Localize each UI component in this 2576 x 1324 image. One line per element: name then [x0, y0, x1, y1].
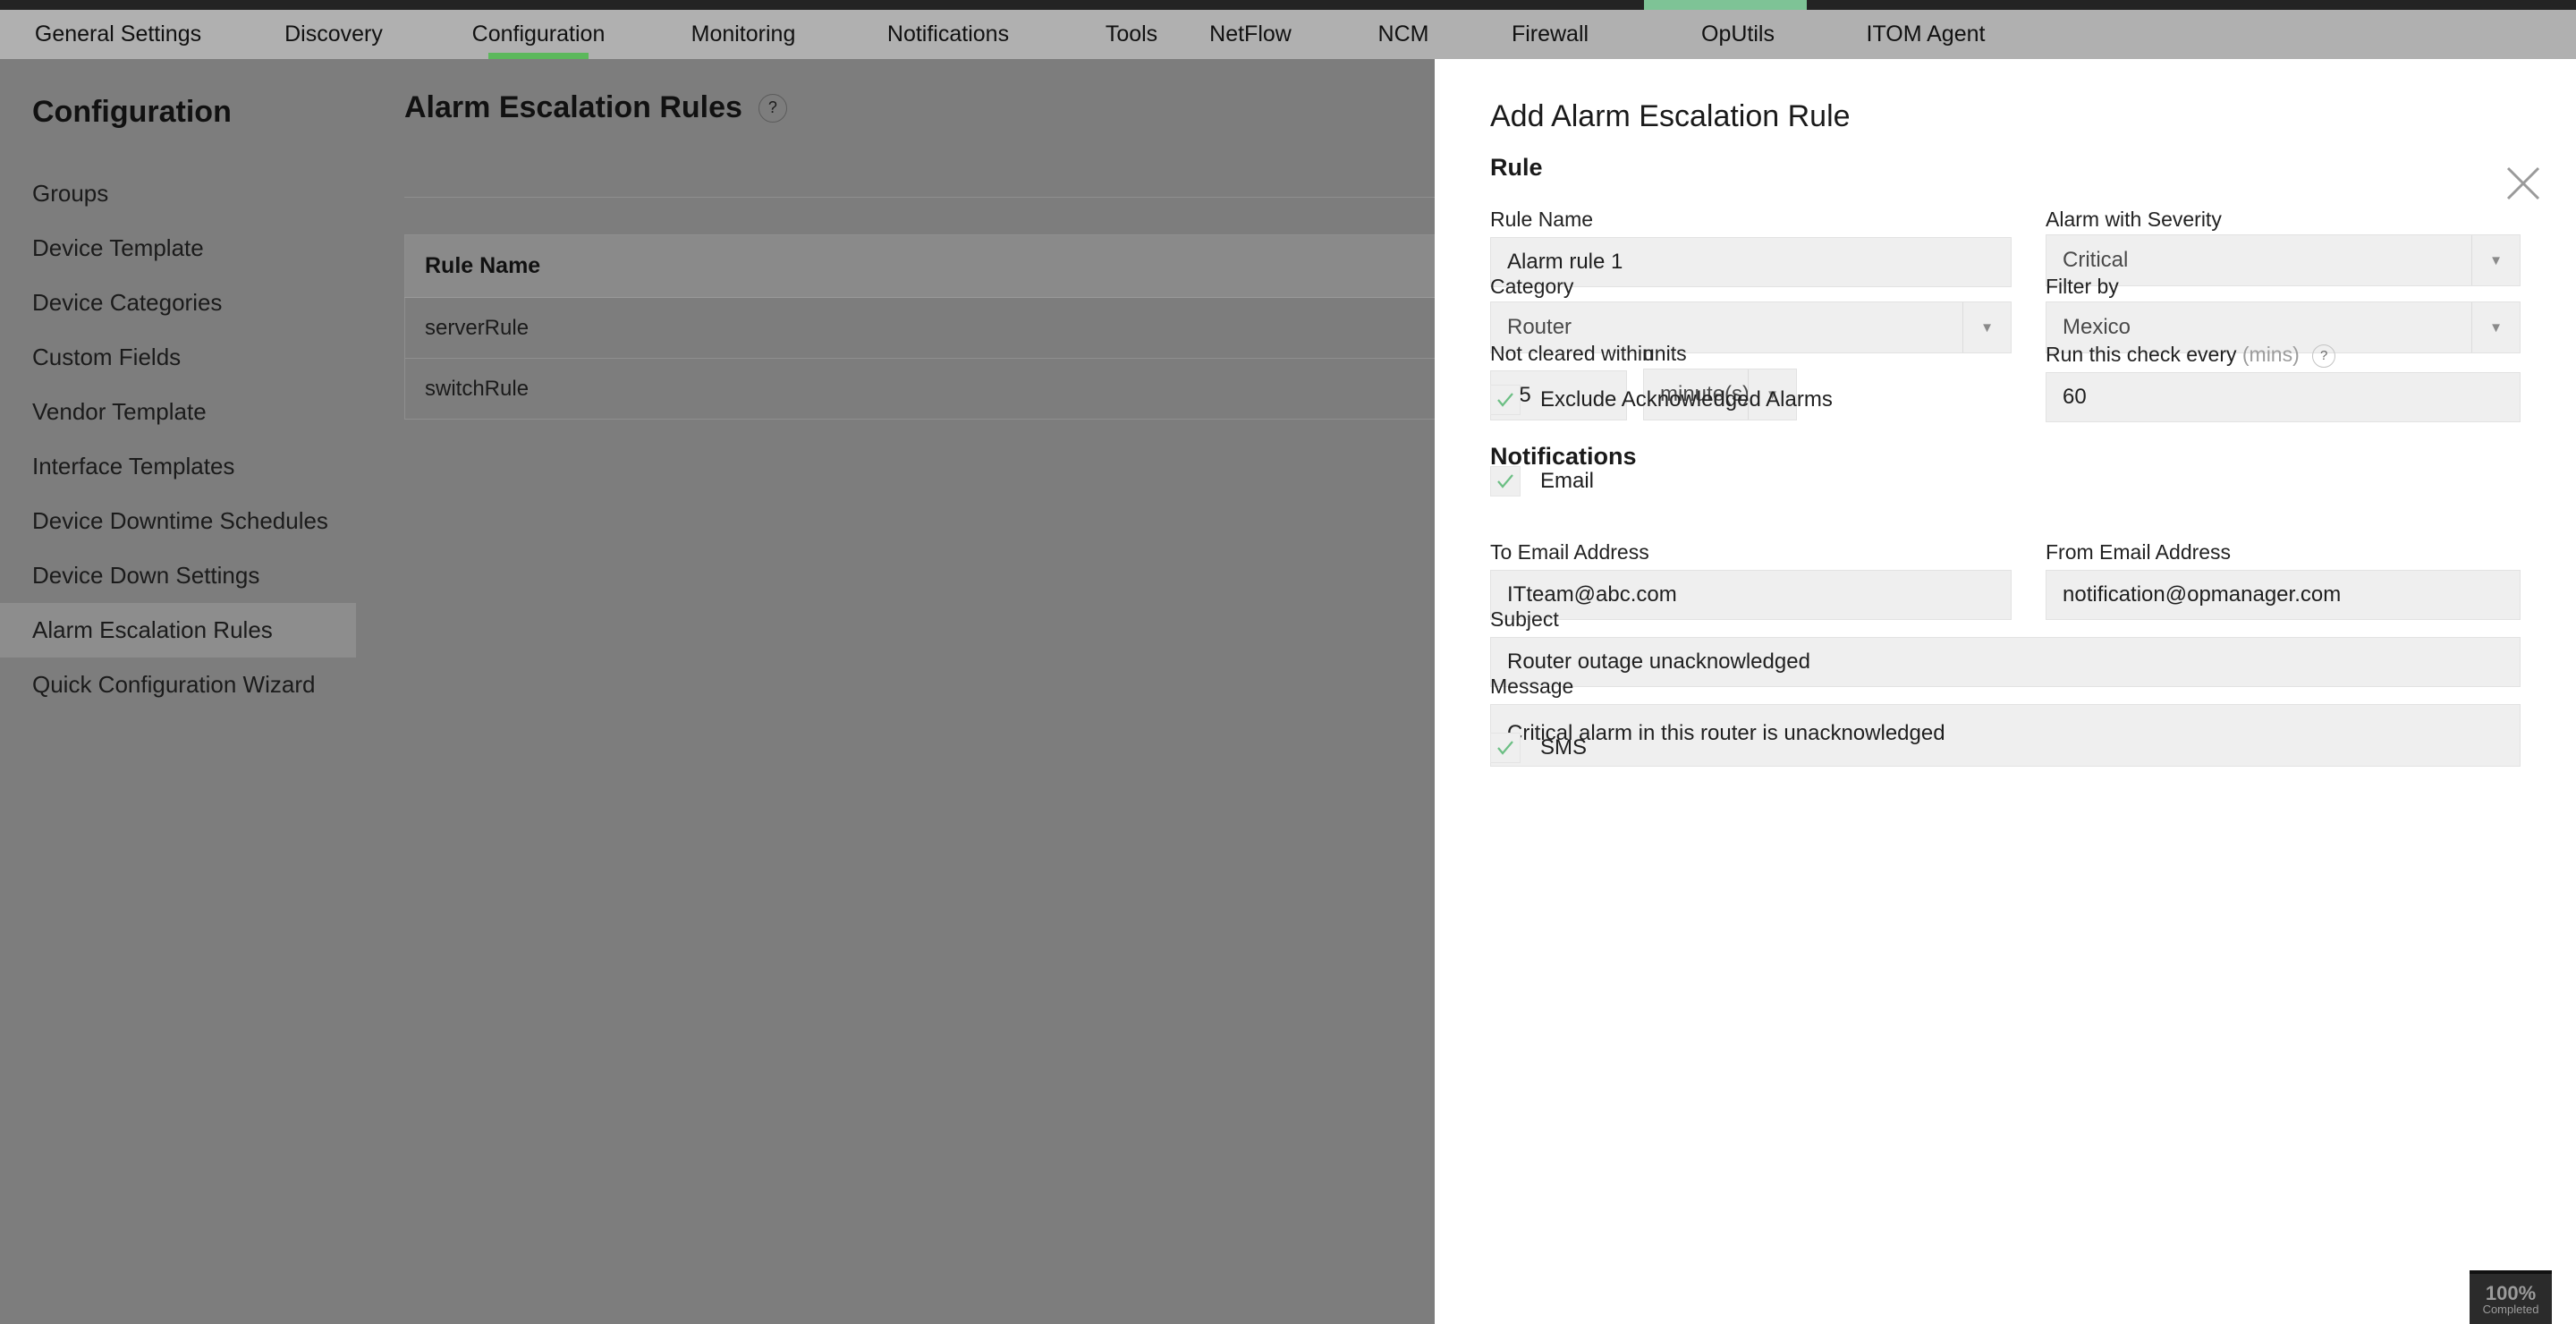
nav-tab-monitoring[interactable]: Monitoring	[646, 10, 841, 59]
sidebar-item-label: Interface Templates	[32, 453, 235, 480]
label-not-cleared-within: Not cleared within	[1490, 342, 1654, 365]
email-checkbox-row[interactable]: Email	[1490, 466, 1594, 496]
configuration-sidebar: Configuration Groups Device Template Devic…	[0, 59, 356, 1324]
chevron-down-icon[interactable]: ▼	[2471, 235, 2520, 285]
email-checkbox[interactable]	[1490, 466, 1521, 496]
run-check-hint: (mins)	[2241, 343, 2300, 366]
message-textarea[interactable]: Critical alarm in this router is unackno…	[1490, 704, 2521, 767]
sms-checkbox[interactable]	[1490, 733, 1521, 763]
email-label: Email	[1540, 469, 1595, 493]
check-icon	[1497, 393, 1513, 407]
label-category: Category	[1490, 275, 1574, 298]
dialog-header: Add Alarm Escalation Rule	[1435, 59, 2576, 156]
nav-tab-notifications[interactable]: Notifications	[841, 10, 1055, 59]
nav-tab-configuration[interactable]: Configuration	[431, 10, 646, 59]
sidebar-item-vendor-template[interactable]: Vendor Template	[0, 385, 356, 439]
sidebar-item-label: Device Downtime Schedules	[32, 507, 328, 534]
sms-checkbox-row[interactable]: SMS	[1490, 733, 1587, 763]
exclude-acknowledged-label: Exclude Acknowledged Alarms	[1540, 387, 1833, 412]
completion-percent: 100%	[2485, 1281, 2537, 1304]
label-filter-by: Filter by	[2046, 275, 2119, 298]
sidebar-item-device-template[interactable]: Device Template	[0, 221, 356, 276]
sidebar-item-label: Custom Fields	[32, 344, 182, 370]
sidebar-menu: Groups Device Template Device Categories Cu…	[0, 166, 356, 712]
sidebar-item-label: Quick Configuration Wizard	[32, 671, 316, 698]
completion-label: Completed	[2482, 1302, 2539, 1316]
sidebar-item-custom-fields[interactable]: Custom Fields	[0, 330, 356, 385]
run-check-every-input[interactable]: 60	[2046, 372, 2521, 422]
section-heading-rule: Rule	[1490, 156, 1543, 181]
alarm-severity-value: Critical	[2063, 248, 2129, 272]
category-value: Router	[1507, 315, 1572, 339]
question-mark-icon[interactable]: ?	[2312, 344, 2336, 368]
chevron-down-icon[interactable]: ▼	[1962, 302, 2011, 352]
exclude-acknowledged-checkbox-row[interactable]: Exclude Acknowledged Alarms	[1490, 385, 1833, 415]
nav-tab-oputils[interactable]: OpUtils	[1644, 10, 1832, 59]
sidebar-item-label: Groups	[32, 180, 109, 207]
chevron-down-icon[interactable]: ▼	[2471, 302, 2520, 352]
check-icon	[1497, 474, 1513, 488]
sidebar-item-label: Device Down Settings	[32, 562, 260, 589]
completion-badge: 100% Completed	[2470, 1270, 2552, 1324]
exclude-acknowledged-checkbox[interactable]	[1490, 385, 1521, 415]
subject-input[interactable]: Router outage unacknowledged	[1490, 637, 2521, 687]
sidebar-title: Configuration	[32, 95, 232, 129]
label-message: Message	[1490, 675, 1574, 698]
top-progress-fill	[1644, 0, 1807, 10]
sidebar-item-label: Device Template	[32, 234, 204, 261]
main-navigation-bar: General Settings Discovery Configuration Mo…	[0, 10, 2576, 59]
page-header: Alarm Escalation Rules ?	[404, 90, 787, 125]
sidebar-item-label: Device Categories	[32, 289, 223, 316]
sidebar-item-alarm-escalation-rules[interactable]: Alarm Escalation Rules	[0, 603, 356, 658]
sidebar-item-label: Vendor Template	[32, 398, 207, 425]
sidebar-item-device-categories[interactable]: Device Categories	[0, 276, 356, 330]
sidebar-item-device-down-settings[interactable]: Device Down Settings	[0, 548, 356, 603]
sidebar-item-quick-configuration-wizard[interactable]: Quick Configuration Wizard	[0, 658, 356, 712]
label-from-email-address: From Email Address	[2046, 540, 2232, 564]
dialog-body: Rule Rule Name Alarm rule 1 Alarm with S…	[1435, 156, 2576, 1324]
label-to-email-address: To Email Address	[1490, 540, 1649, 564]
filter-by-value: Mexico	[2063, 315, 2131, 339]
check-icon	[1497, 741, 1513, 755]
sidebar-item-device-downtime-schedules[interactable]: Device Downtime Schedules	[0, 494, 356, 548]
label-run-this-check-every: Run this check every (mins) ?	[2046, 343, 2336, 368]
nav-tab-general-settings[interactable]: General Settings	[0, 10, 236, 59]
from-email-input[interactable]: notification@opmanager.com	[2046, 570, 2521, 620]
label-alarm-with-severity: Alarm with Severity	[2046, 208, 2222, 231]
nav-tab-itom-agent[interactable]: ITOM Agent	[1814, 10, 2038, 59]
run-check-text: Run this check every	[2046, 343, 2237, 366]
sidebar-item-interface-templates[interactable]: Interface Templates	[0, 439, 356, 494]
label-subject: Subject	[1490, 607, 1559, 631]
dialog-title: Add Alarm Escalation Rule	[1490, 99, 1851, 133]
top-progress-strip	[0, 0, 2576, 10]
nav-tab-discovery[interactable]: Discovery	[236, 10, 431, 59]
sms-label: SMS	[1540, 735, 1588, 760]
label-units: units	[1643, 342, 1687, 365]
sidebar-item-label: Alarm Escalation Rules	[32, 616, 273, 643]
add-alarm-escalation-rule-dialog: Add Alarm Escalation Rule Rule Rule Name…	[1435, 59, 2576, 1324]
question-mark-icon[interactable]: ?	[758, 93, 787, 123]
to-email-input[interactable]: ITteam@abc.com	[1490, 570, 2012, 620]
label-rule-name: Rule Name	[1490, 208, 1594, 231]
page-title: Alarm Escalation Rules	[404, 90, 742, 124]
sidebar-item-groups[interactable]: Groups	[0, 166, 356, 221]
nav-tab-firewall[interactable]: Firewall	[1456, 10, 1644, 59]
